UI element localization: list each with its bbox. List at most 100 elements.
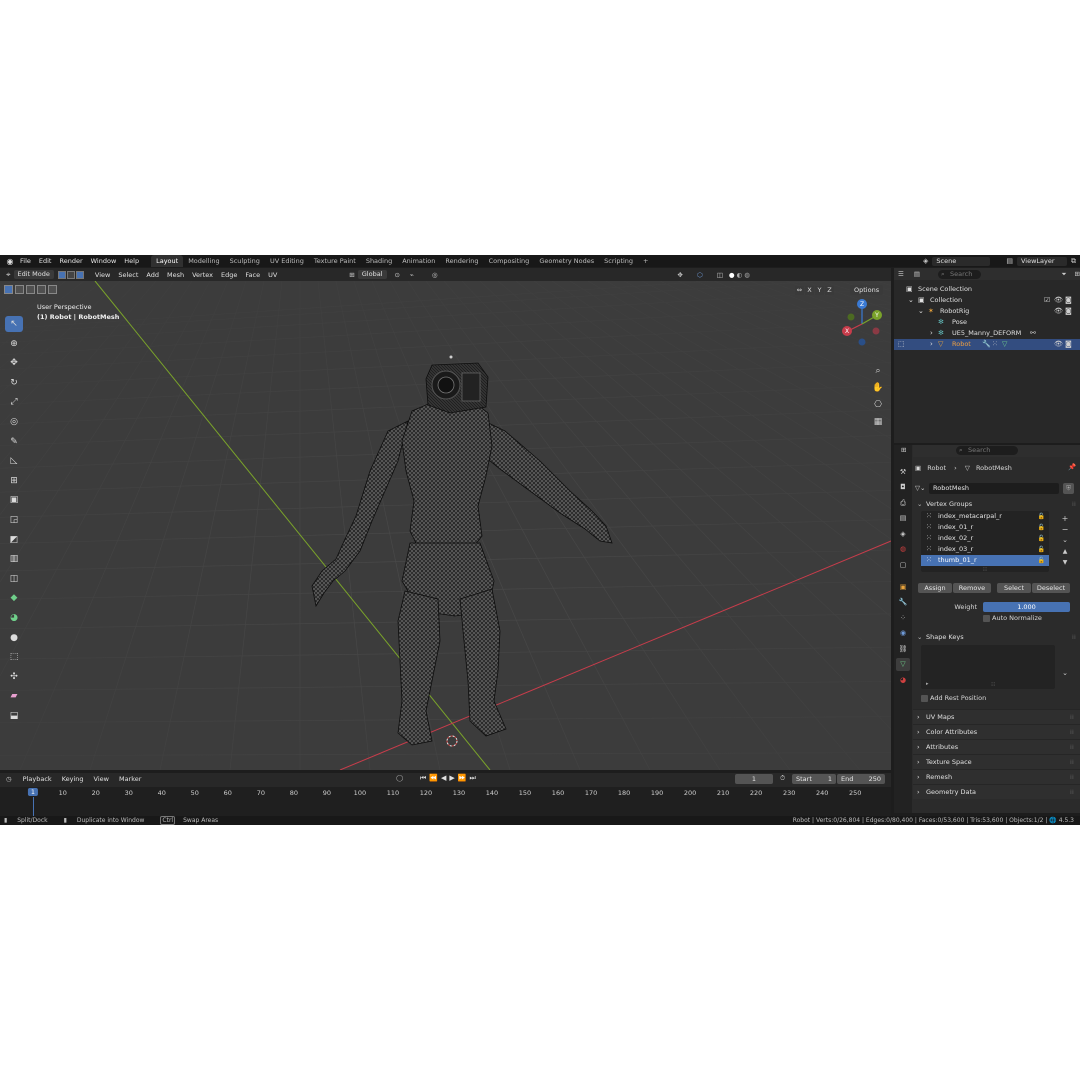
outliner-search-input[interactable]: ⌕ Search	[937, 269, 982, 279]
play-reverse-icon[interactable]: ◀	[441, 774, 446, 783]
vertex-group-item[interactable]: ⁙ index_02_r 🔓	[921, 533, 1049, 544]
output-tab-icon[interactable]: ⎙	[896, 497, 910, 510]
vertex-groups-panel-header[interactable]: ⌄ Vertex Groups ⁞⁞	[913, 498, 1080, 510]
zoom-icon[interactable]: ⌕	[871, 364, 885, 378]
add-cube-tool-icon[interactable]: ⊞	[5, 473, 23, 489]
new-view-layer-icon[interactable]: ⧉	[1071, 257, 1076, 266]
render-tab-icon[interactable]: ◘	[896, 481, 910, 494]
transform-tool-icon[interactable]: ◎	[5, 414, 23, 430]
shape-keys-list[interactable]: ▸ ⁝⁝	[921, 645, 1055, 689]
timeline-ruler[interactable]: 1 10 20 30 40 50 60 70 80 90 100 110 120 130 140 150 16…	[0, 787, 891, 817]
display-mode-icon[interactable]: ▤	[914, 270, 920, 278]
menu-window[interactable]: Window	[87, 257, 121, 265]
editor-type-icon[interactable]: ⌖	[6, 270, 11, 280]
expand-chevron-icon[interactable]: ⌄	[918, 306, 924, 317]
mirror-y-toggle[interactable]: Y	[815, 286, 824, 295]
vertex-select-mode-icon[interactable]	[57, 270, 66, 279]
tab-compositing[interactable]: Compositing	[484, 255, 535, 267]
assign-button[interactable]: Assign	[918, 583, 952, 593]
vertex-group-item[interactable]: ⁙ index_01_r 🔓	[921, 522, 1049, 533]
auto-normalize-checkbox[interactable]	[983, 615, 990, 622]
mesh-data-tab-icon[interactable]: ▽	[896, 658, 910, 671]
xray-toggle-icon[interactable]: ◫	[717, 271, 723, 279]
vertex-groups-list[interactable]: ⁙ index_metacarpal_r 🔓 ⁙ index_01_r 🔓 ⁙ …	[921, 511, 1049, 572]
scene-tab-icon[interactable]: ◈	[896, 528, 910, 541]
tab-animation[interactable]: Animation	[397, 255, 440, 267]
viewport-menu-vertex[interactable]: Vertex	[188, 271, 217, 279]
smooth-tool-icon[interactable]: ●	[5, 630, 23, 646]
outliner-row-armature-data[interactable]: › ✻ UE5_Manny_DEFORM ⚯	[894, 328, 1080, 339]
viewport-menu-view[interactable]: View	[91, 271, 114, 279]
list-filter-icon[interactable]: ▸	[926, 681, 929, 687]
particles-tab-icon[interactable]: ⁘	[896, 612, 910, 625]
overlay-toggle-icon[interactable]: ⬡	[697, 271, 703, 279]
select-subtract-icon[interactable]	[26, 285, 35, 294]
color-attributes-panel[interactable]: › Color Attributes ⁞⁞	[913, 724, 1080, 739]
options-button[interactable]: Options	[850, 285, 884, 295]
constraints-tab-icon[interactable]: ⛓	[896, 643, 910, 656]
cursor-tool-icon[interactable]: ⊕	[5, 336, 23, 352]
remesh-panel[interactable]: › Remesh ⁞⁞	[913, 769, 1080, 784]
object-tab-icon[interactable]: ▣	[896, 581, 910, 594]
deselect-button[interactable]: Deselect	[1032, 583, 1070, 593]
annotate-tool-icon[interactable]: ✎	[5, 434, 23, 450]
tab-rendering[interactable]: Rendering	[440, 255, 483, 267]
end-frame-field[interactable]: End 250	[837, 774, 885, 784]
outliner-editor-icon[interactable]: ☰	[898, 270, 904, 278]
rip-tool-icon[interactable]: ⬓	[5, 708, 23, 724]
current-frame-field[interactable]: 1	[735, 774, 773, 784]
measure-tool-icon[interactable]: ◺	[5, 453, 23, 469]
eye-icon[interactable]: 👁	[1054, 306, 1063, 317]
view-layer-selector[interactable]: ViewLayer	[1017, 256, 1067, 266]
solid-shading-icon[interactable]: ●	[729, 271, 735, 279]
geometry-data-panel[interactable]: › Geometry Data ⁞⁞	[913, 784, 1080, 799]
tab-scripting[interactable]: Scripting	[599, 255, 638, 267]
shape-keys-specials-icon[interactable]: ⌄	[1059, 669, 1071, 677]
perspective-grid-icon[interactable]: ▦	[871, 415, 885, 429]
material-tab-icon[interactable]: ◕	[896, 674, 910, 687]
tab-uv-editing[interactable]: UV Editing	[265, 255, 309, 267]
add-workspace-button[interactable]: +	[638, 255, 653, 267]
face-select-mode-icon[interactable]	[75, 270, 84, 279]
current-frame-indicator[interactable]: 1	[27, 788, 39, 796]
drag-grip-icon[interactable]: ⁞⁞	[1070, 740, 1074, 755]
spin-tool-icon[interactable]: ◕	[5, 610, 23, 626]
outliner-row-scene-collection[interactable]: ▣ Scene Collection	[894, 284, 1080, 295]
timeline-menu-view[interactable]: View	[89, 775, 114, 783]
viewport-menu-add[interactable]: Add	[142, 271, 163, 279]
bevel-tool-icon[interactable]: ◩	[5, 532, 23, 548]
edge-select-mode-icon[interactable]	[66, 270, 75, 279]
drag-grip-icon[interactable]: ⁞⁞	[1070, 710, 1074, 725]
lock-icon[interactable]: 🔓	[1038, 522, 1045, 533]
modifier-tab-icon[interactable]: 🔧	[896, 596, 910, 609]
camera-icon[interactable]: ◙	[1065, 306, 1072, 317]
list-resize-grip-icon[interactable]: ⁝⁝	[991, 680, 995, 688]
rotate-tool-icon[interactable]: ↻	[5, 375, 23, 391]
menu-help[interactable]: Help	[120, 257, 143, 265]
lock-icon[interactable]: 🔓	[1038, 555, 1045, 566]
select-box-tool-icon[interactable]: ↖	[5, 316, 23, 332]
mesh-browse-icon[interactable]: ▽⌄	[915, 484, 925, 492]
weight-slider[interactable]: 1.000	[983, 602, 1070, 612]
play-icon[interactable]: ▶	[449, 774, 454, 783]
menu-edit[interactable]: Edit	[35, 257, 56, 265]
scale-tool-icon[interactable]: ⤢	[5, 394, 23, 410]
vertex-group-item-selected[interactable]: ⁙ thumb_01_r 🔓	[921, 555, 1049, 566]
material-shading-icon[interactable]: ◐	[737, 271, 743, 279]
move-up-icon[interactable]: ▲	[1059, 546, 1071, 557]
camera-icon[interactable]: ◙	[1065, 339, 1072, 350]
specials-menu-icon[interactable]: ⌄	[1059, 535, 1071, 546]
tab-sculpting[interactable]: Sculpting	[225, 255, 265, 267]
mirror-toggle-icon[interactable]: ⇔	[795, 286, 804, 295]
view-layer-tab-icon[interactable]: ▤	[896, 512, 910, 525]
timeline-editor-icon[interactable]: ◷	[6, 775, 12, 783]
uv-maps-panel[interactable]: › UV Maps ⁞⁞	[913, 709, 1080, 724]
auto-keying-icon[interactable]: ◯	[396, 774, 403, 782]
jump-keyframe-forward-icon[interactable]: ⏩	[458, 774, 467, 783]
add-vertex-group-icon[interactable]: +	[1059, 513, 1071, 524]
vertex-group-item[interactable]: ⁙ index_03_r 🔓	[921, 544, 1049, 555]
properties-editor-icon[interactable]: ⊞	[901, 446, 906, 454]
physics-tab-icon[interactable]: ◉	[896, 627, 910, 640]
world-tab-icon[interactable]: ◍	[896, 543, 910, 556]
attributes-panel[interactable]: › Attributes ⁞⁞	[913, 739, 1080, 754]
